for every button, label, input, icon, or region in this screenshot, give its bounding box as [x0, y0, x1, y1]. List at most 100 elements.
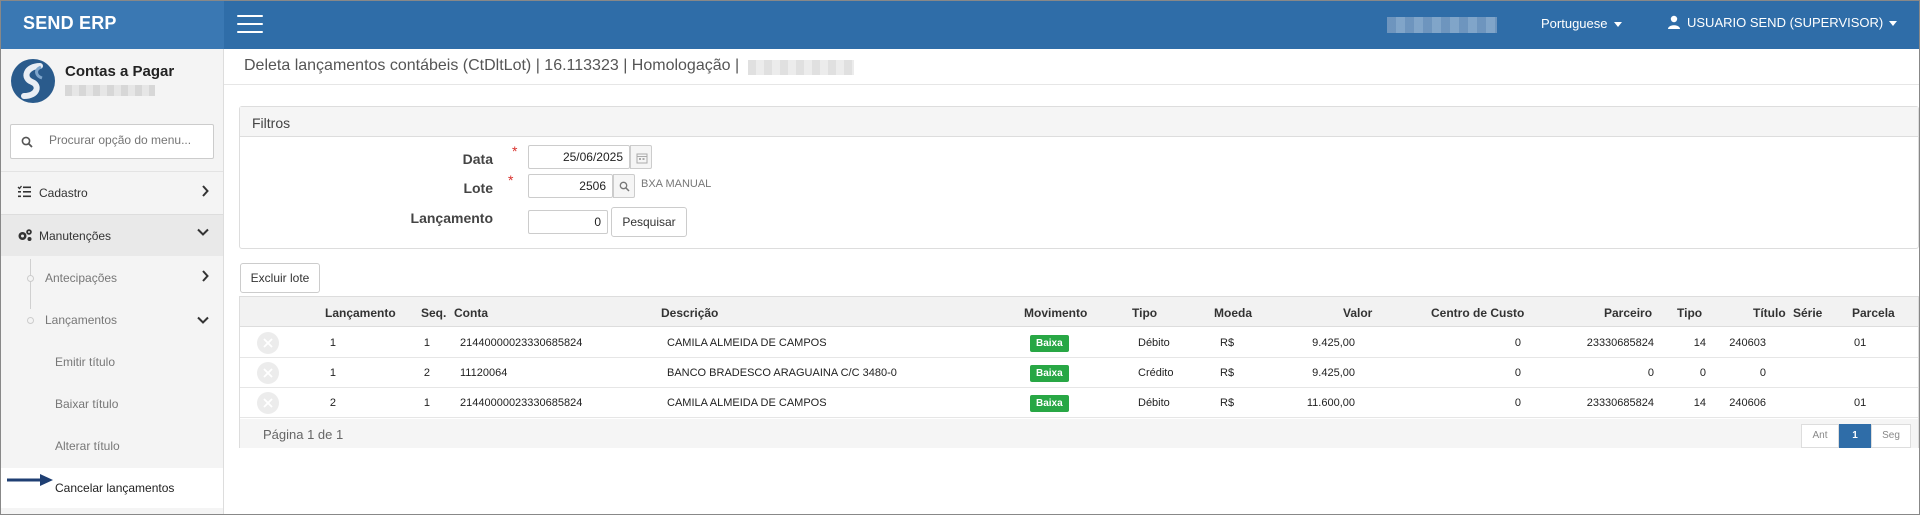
filters-heading: Filtros	[240, 107, 1918, 137]
pager-prev-button[interactable]: Ant	[1801, 424, 1839, 448]
lancamento-field[interactable]	[528, 210, 608, 234]
table-footer: Página 1 de 1 Ant 1 Seg	[240, 419, 1918, 448]
search-icon	[619, 181, 630, 192]
col-descricao[interactable]: Descrição	[661, 306, 718, 320]
sidebar-item-label: Baixar título	[55, 397, 119, 411]
col-parcela[interactable]: Parcela	[1852, 306, 1895, 320]
cell-parceiro: 23330685824	[1586, 397, 1654, 409]
cell-parceiro: 0	[1647, 367, 1654, 379]
language-dropdown[interactable]: Portuguese	[1541, 16, 1622, 31]
page-title: Deleta lançamentos contábeis (CtDltLot) …	[244, 57, 740, 74]
delete-row-button[interactable]	[257, 332, 279, 354]
cell-titulo: 240606	[1729, 397, 1766, 409]
col-tipo[interactable]: Tipo	[1132, 306, 1157, 320]
status-badge: Baixa	[1030, 335, 1069, 352]
data-label: Data	[462, 151, 493, 167]
list-check-icon	[17, 185, 31, 198]
cell-descricao: BANCO BRADESCO ARAGUAINA C/C 3480-0	[667, 367, 897, 379]
delete-row-button[interactable]	[257, 392, 279, 414]
page-info: Página 1 de 1	[263, 427, 344, 442]
cell-lancamento: 1	[329, 367, 336, 379]
required-marker: *	[512, 143, 518, 159]
chevron-down-icon	[197, 228, 209, 236]
table-row: 2 1 21440000023330685824 CAMILA ALMEIDA DE …	[240, 388, 1918, 418]
col-valor[interactable]: Valor	[1343, 306, 1372, 320]
cell-centro: 0	[1514, 397, 1521, 409]
col-titulo[interactable]: Título	[1753, 306, 1786, 320]
menu-search[interactable]	[10, 124, 214, 159]
chevron-right-icon	[202, 270, 209, 282]
cell-parceiro: 23330685824	[1586, 337, 1654, 349]
lancamento-label: Lançamento	[410, 210, 493, 226]
user-icon	[1668, 15, 1680, 29]
divider	[224, 84, 1919, 85]
cell-descricao: CAMILA ALMEIDA DE CAMPOS	[667, 337, 827, 349]
pointer-arrow-icon	[7, 474, 53, 486]
cell-lancamento: 2	[329, 397, 336, 409]
sidebar-item-label: Cadastro	[39, 186, 88, 200]
data-field[interactable]	[528, 145, 630, 169]
user-name: USUARIO SEND (SUPERVISOR)	[1687, 15, 1884, 30]
close-icon	[263, 368, 273, 378]
sidebar-item-manutencoes[interactable]: Manutenções	[1, 214, 223, 256]
cell-seq: 2	[423, 367, 430, 379]
cell-conta: 21440000023330685824	[460, 337, 583, 349]
col-lancamento[interactable]: Lançamento	[325, 306, 396, 320]
table-header: Lançamento Seq. Conta Descrição Moviment…	[240, 297, 1918, 327]
language-label: Portuguese	[1541, 16, 1608, 31]
sidebar-item-lancamentos[interactable]: Lançamentos	[1, 300, 223, 340]
cell-valor: 9.425,00	[1312, 337, 1355, 349]
caret-down-icon	[1613, 22, 1622, 28]
sidebar-item-antecipacoes[interactable]: Antecipações	[1, 258, 223, 298]
app-profile: Contas a Pagar	[1, 49, 223, 112]
gears-icon	[18, 229, 32, 241]
col-moeda[interactable]: Moeda	[1214, 306, 1252, 320]
col-centro-custo[interactable]: Centro de Custo	[1431, 306, 1524, 320]
filters-panel: Filtros	[239, 106, 1919, 249]
cell-valor: 11.600,00	[1306, 397, 1355, 409]
col-parceiro[interactable]: Parceiro	[1604, 306, 1652, 320]
col-serie[interactable]: Série	[1793, 306, 1822, 320]
sidebar-item-label: Lançamentos	[45, 313, 118, 327]
brand-logo[interactable]: SEND ERP	[1, 1, 224, 49]
lote-label: Lote	[463, 180, 493, 196]
lote-field[interactable]	[528, 174, 613, 198]
cell-parcela: 01	[1854, 397, 1867, 409]
redacted-environment	[748, 60, 854, 75]
required-marker: *	[508, 172, 514, 188]
delete-row-button[interactable]	[257, 362, 279, 384]
col-movimento[interactable]: Movimento	[1024, 306, 1087, 320]
sidebar-item-baixar-titulo[interactable]: Baixar título	[1, 384, 223, 424]
lote-description: BXA MANUAL	[641, 178, 712, 190]
chevron-down-icon	[197, 316, 209, 324]
sidebar-item-emitir-titulo[interactable]: Emitir título	[1, 342, 223, 382]
cell-moeda: R$	[1220, 397, 1235, 409]
pager-page-1[interactable]: 1	[1839, 424, 1871, 448]
close-icon	[263, 398, 273, 408]
col-conta[interactable]: Conta	[454, 306, 488, 320]
calendar-button[interactable]	[630, 145, 652, 169]
sidebar-item-label: Cancelar lançamentos	[55, 481, 175, 495]
close-icon	[263, 338, 273, 348]
search-button[interactable]: Pesquisar	[611, 207, 687, 237]
menu-search-input[interactable]	[49, 133, 205, 147]
delete-lot-button[interactable]: Excluir lote	[240, 263, 320, 293]
table-row: 1 1 21440000023330685824 CAMILA ALMEIDA DE …	[240, 328, 1918, 358]
cell-tipo: Crédito	[1138, 367, 1174, 379]
search-icon	[21, 136, 33, 148]
cell-conta: 11120064	[460, 367, 508, 379]
pager-next-button[interactable]: Seg	[1871, 424, 1911, 448]
chevron-right-icon	[202, 185, 209, 197]
hamburger-menu-icon[interactable]	[237, 15, 263, 35]
app-name: Contas a Pagar	[65, 63, 175, 80]
cell-tipo2: 14	[1693, 337, 1706, 349]
cell-tipo: Débito	[1138, 337, 1170, 349]
sidebar-item-label: Manutenções	[39, 229, 112, 243]
col-tipo-titulo[interactable]: Tipo	[1677, 306, 1702, 320]
col-seq[interactable]: Seq.	[421, 306, 446, 320]
sidebar-item-cadastro[interactable]: Cadastro	[1, 171, 223, 213]
sidebar: Contas a Pagar Cadastro Manutenções Ante…	[1, 49, 224, 514]
sidebar-item-alterar-titulo[interactable]: Alterar título	[1, 426, 223, 466]
user-dropdown[interactable]: USUARIO SEND (SUPERVISOR)	[1667, 15, 1898, 30]
lote-search-button[interactable]	[613, 174, 635, 198]
